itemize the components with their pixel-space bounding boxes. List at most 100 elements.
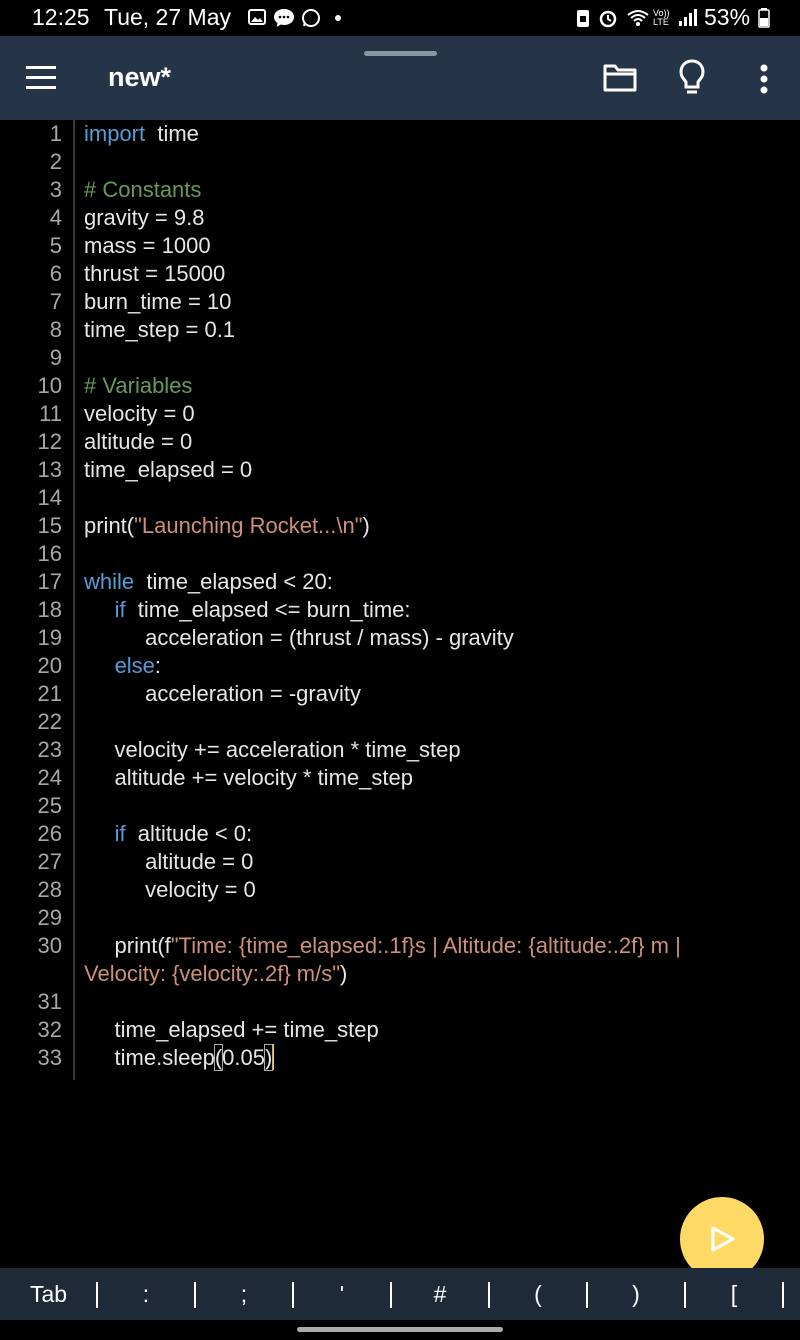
hint-button[interactable]	[676, 58, 708, 98]
code-token: thrust = 15000	[84, 261, 226, 286]
code-token: time_elapsed = 0	[84, 457, 253, 482]
code-line[interactable]: time_step = 0.1	[84, 316, 784, 344]
code-token: acceleration = (thrust / mass) - gravity	[84, 625, 514, 650]
alarm-icon	[599, 10, 617, 28]
gallery-notification-icon	[248, 9, 266, 25]
code-line[interactable]: burn_time = 10	[84, 288, 784, 316]
code-token: time_elapsed <= burn_time:	[125, 597, 411, 622]
code-token: velocity += acceleration * time_step	[84, 737, 461, 762]
symbol-hash[interactable]: #	[391, 1268, 489, 1320]
line-number: 11	[39, 401, 62, 426]
code-line[interactable]: mass = 1000	[84, 232, 784, 260]
code-line[interactable]: altitude = 0	[84, 848, 784, 876]
line-number: 1	[49, 121, 62, 146]
code-line[interactable]: import time	[84, 120, 784, 148]
comment-token: # Constants	[84, 177, 202, 202]
code-line[interactable]: print("Launching Rocket...\n")	[84, 512, 784, 540]
code-token: time_elapsed < 20:	[134, 569, 333, 594]
symbol-tab[interactable]: Tab	[0, 1268, 97, 1320]
line-number: 27	[37, 849, 62, 874]
file-title: new*	[108, 62, 172, 92]
symbol-separator	[782, 1282, 784, 1308]
open-folder-button[interactable]	[602, 62, 638, 94]
line-number: 22	[37, 709, 62, 734]
line-number: 23	[37, 737, 62, 762]
keyword-token: if	[114, 821, 126, 846]
code-token: altitude < 0:	[125, 821, 253, 846]
code-token: print(	[84, 513, 135, 538]
app-bar: new*	[0, 36, 800, 120]
code-line[interactable]: acceleration = (thrust / mass) - gravity	[84, 624, 784, 652]
code-line[interactable]: thrust = 15000	[84, 260, 784, 288]
symbol-bar: Tab:; ' #()[	[0, 1268, 800, 1320]
code-line[interactable]: time_elapsed = 0	[84, 456, 784, 484]
code-line[interactable]: altitude += velocity * time_step	[84, 764, 784, 792]
more-options-button[interactable]	[750, 60, 778, 98]
status-time: 12:25	[32, 4, 90, 30]
comment-token: # Variables	[84, 373, 193, 398]
code-line[interactable]: print(f"Time: {time_elapsed:.1f}s | Alti…	[84, 932, 784, 960]
symbol-open-bracket[interactable]: [	[685, 1268, 783, 1320]
navigation-bar	[0, 1320, 800, 1340]
line-number: 5	[49, 233, 62, 258]
chat-notification-icon	[274, 9, 294, 27]
home-gesture-handle[interactable]	[297, 1327, 503, 1332]
line-number: 6	[49, 261, 62, 286]
status-bar: 12:25 Tue, 27 May Vo)) LTE 53%	[0, 0, 800, 36]
code-token: altitude = 0	[84, 849, 254, 874]
code-token: time.sleep	[84, 1045, 215, 1070]
battery-percent: 53%	[704, 4, 751, 30]
code-line[interactable]: altitude = 0	[84, 428, 784, 456]
code-line[interactable]: time_elapsed += time_step	[84, 1016, 784, 1044]
code-line[interactable]: if time_elapsed <= burn_time:	[84, 596, 784, 624]
code-line[interactable]: acceleration = -gravity	[84, 680, 784, 708]
line-number: 9	[49, 345, 62, 370]
code-line[interactable]: if altitude < 0:	[84, 820, 784, 848]
code-token: mass = 1000	[84, 233, 211, 258]
line-number: 17	[37, 569, 62, 594]
code-token: time_elapsed += time_step	[84, 1017, 379, 1042]
code-token: )	[263, 1044, 274, 1071]
symbol-colon[interactable]: :	[97, 1268, 195, 1320]
line-number: 29	[37, 905, 62, 930]
code-line[interactable]: velocity = 0	[84, 400, 784, 428]
code-editor[interactable]: 1 import time 2 3 # Constants 4 gravity = 9.8 5…	[0, 120, 800, 1268]
lightbulb-icon	[679, 59, 705, 94]
code-line[interactable]: velocity = 0	[84, 876, 784, 904]
code-line[interactable]: # Variables	[84, 372, 784, 400]
svg-text:LTE: LTE	[653, 17, 669, 27]
symbol-semicolon[interactable]: ;	[195, 1268, 293, 1320]
code-line[interactable]: velocity += acceleration * time_step	[84, 736, 784, 764]
folder-icon	[603, 64, 637, 92]
symbol-open-paren[interactable]: (	[489, 1268, 587, 1320]
volte-icon: Vo)) LTE	[653, 8, 670, 27]
code-line[interactable]: time.sleep(0.05)	[84, 1044, 784, 1072]
hamburger-menu-icon	[26, 66, 56, 89]
clipboard-icon	[577, 10, 589, 27]
string-token: "Time: {time_elapsed:.1f}s | Altitude: {…	[170, 933, 681, 958]
symbol-quote[interactable]: '	[293, 1268, 391, 1320]
line-number: 14	[37, 485, 62, 510]
code-line[interactable]: # Constants	[84, 176, 784, 204]
code-token: burn_time = 10	[84, 289, 232, 314]
code-line[interactable]: else:	[84, 652, 784, 680]
line-number: 24	[37, 765, 62, 790]
line-number: 16	[37, 541, 62, 566]
menu-button[interactable]	[26, 64, 58, 92]
line-number: 32	[37, 1017, 62, 1042]
symbol-close-paren[interactable]: )	[587, 1268, 685, 1320]
code-line[interactable]: while time_elapsed < 20:	[84, 568, 784, 596]
code-line[interactable]: Velocity: {velocity:.2f} m/s")	[84, 960, 784, 988]
gutter-divider	[73, 120, 75, 1080]
line-number: 10	[37, 373, 62, 398]
drag-handle[interactable]	[364, 51, 437, 56]
line-number: 8	[49, 317, 62, 342]
signal-icon	[679, 9, 697, 26]
text-cursor	[272, 1044, 275, 1070]
code-line[interactable]: gravity = 9.8	[84, 204, 784, 232]
string-token: Velocity: {velocity:.2f} m/s"	[84, 961, 341, 986]
code-token: time	[145, 121, 199, 146]
